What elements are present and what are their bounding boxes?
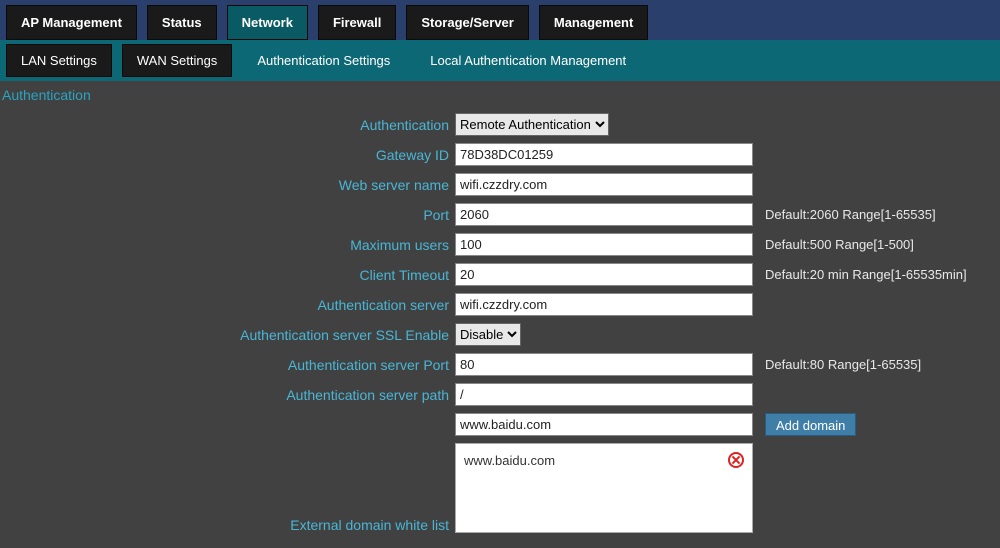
gateway-id-input[interactable]	[455, 143, 753, 166]
auth-port-hint: Default:80 Range[1-65535]	[760, 357, 921, 372]
tab-network[interactable]: Network	[227, 5, 308, 40]
auth-mode-select[interactable]: Remote Authentication	[455, 113, 609, 136]
tab-management[interactable]: Management	[539, 5, 648, 40]
client-timeout-input[interactable]	[455, 263, 753, 286]
auth-server-input[interactable]	[455, 293, 753, 316]
auth-server-label: Authentication server	[10, 297, 455, 313]
auth-port-input[interactable]	[455, 353, 753, 376]
auth-mode-label: Authentication	[10, 117, 455, 133]
max-users-input[interactable]	[455, 233, 753, 256]
client-timeout-hint: Default:20 min Range[1-65535min]	[760, 267, 967, 282]
remove-icon[interactable]	[728, 452, 744, 468]
client-timeout-label: Client Timeout	[10, 267, 455, 283]
subtab-authentication-settings[interactable]: Authentication Settings	[242, 44, 405, 77]
auth-path-input[interactable]	[455, 383, 753, 406]
white-list-item: www.baidu.com	[464, 450, 744, 470]
add-domain-button[interactable]: Add domain	[765, 413, 856, 436]
web-server-label: Web server name	[10, 177, 455, 193]
tab-ap-management[interactable]: AP Management	[6, 5, 137, 40]
web-server-input[interactable]	[455, 173, 753, 196]
sub-nav: LAN Settings WAN Settings Authentication…	[0, 40, 1000, 81]
section-title: Authentication	[0, 81, 1000, 113]
auth-path-label: Authentication server path	[10, 387, 455, 403]
port-hint: Default:2060 Range[1-65535]	[760, 207, 936, 222]
tab-status[interactable]: Status	[147, 5, 217, 40]
auth-port-label: Authentication server Port	[10, 357, 455, 373]
white-list-label: External domain white list	[10, 517, 455, 533]
port-input[interactable]	[455, 203, 753, 226]
tab-storage-server[interactable]: Storage/Server	[406, 5, 529, 40]
ssl-enable-label: Authentication server SSL Enable	[10, 327, 455, 343]
subtab-wan-settings[interactable]: WAN Settings	[122, 44, 232, 77]
form: Authentication Remote Authentication Gat…	[0, 113, 1000, 533]
port-label: Port	[10, 207, 455, 223]
max-users-label: Maximum users	[10, 237, 455, 253]
white-list-item-text: www.baidu.com	[464, 453, 555, 468]
tab-firewall[interactable]: Firewall	[318, 5, 396, 40]
subtab-local-auth-management[interactable]: Local Authentication Management	[415, 44, 641, 77]
top-nav: AP Management Status Network Firewall St…	[0, 0, 1000, 40]
ssl-enable-select[interactable]: Disable	[455, 323, 521, 346]
subtab-lan-settings[interactable]: LAN Settings	[6, 44, 112, 77]
gateway-id-label: Gateway ID	[10, 147, 455, 163]
white-list-box: www.baidu.com	[455, 443, 753, 533]
max-users-hint: Default:500 Range[1-500]	[760, 237, 914, 252]
add-domain-input[interactable]	[455, 413, 753, 436]
